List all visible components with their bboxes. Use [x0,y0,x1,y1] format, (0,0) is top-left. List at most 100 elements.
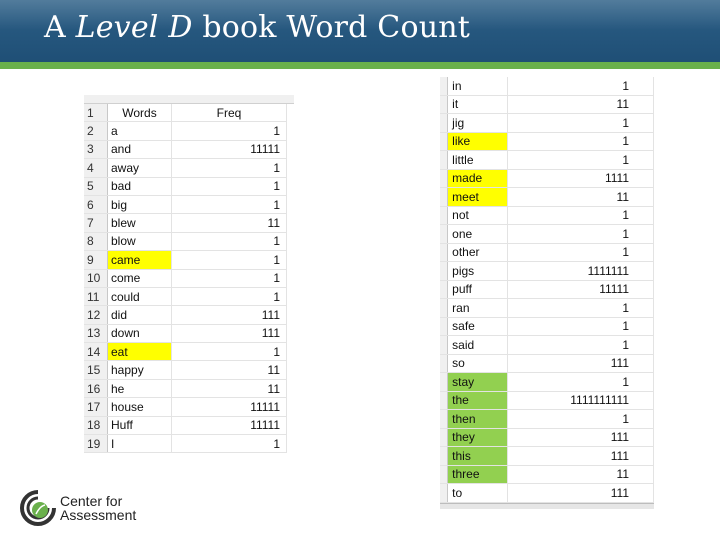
word-cell: said [447,335,509,355]
freq-cell: 111 [507,446,654,466]
table-row: one 1 [440,224,654,244]
column-header-strip [84,95,294,104]
word-cell: like [447,132,509,151]
table-row: 2a1 [84,121,287,141]
table-row: 15 happy 11 [84,360,287,380]
word-cell: did [107,305,172,325]
freq-cell: 1 [507,206,654,225]
logo-text: Center for Assessment [60,494,136,522]
slide-title: A Level D book Word Count [44,10,470,45]
freq-cell: 1 [507,224,654,244]
row-number: 16 [84,379,108,399]
table-row: made 1111 [440,169,654,188]
word-cell: they [447,428,509,447]
table-row: 14 eat 1 [84,342,287,362]
table-row: safe 1 [440,317,654,336]
table-row: 8 blow 1 [84,232,287,252]
freq-cell: 1 [171,250,287,270]
word-cell: three [447,465,509,484]
word-cell: bad [107,177,172,196]
word-cell: and [107,140,172,160]
table-row: stay 1 [440,372,654,392]
row-number [440,465,449,484]
row-number [440,428,449,447]
freq-cell: 11 [507,187,654,207]
row-number: 14 [84,342,108,362]
freq-cell: 111 [507,354,654,373]
freq-cell: 111 [507,483,654,503]
table-row: 4 away 1 [84,158,287,178]
right-table: in 1 it 11 jig 1 like 1 little 1 made 1111 meet 11 not… [440,77,654,503]
word-cell: jig [447,113,509,133]
table-row: like 1 [440,132,654,151]
table-row: other 1 [440,243,654,262]
freq-cell: 1 [171,195,287,215]
word-cell: pigs [447,261,509,281]
row-number [440,354,449,373]
title-italic: Level D [75,10,193,45]
row-number [440,206,449,225]
freq-cell: 1 [507,132,654,151]
table-row: the 1111111111 [440,391,654,410]
word-cell: ran [447,298,509,318]
word-cell: Huff [107,416,172,436]
word-cell: the [447,391,509,410]
freq-cell: 11111 [171,140,287,160]
table-row: three 11 [440,465,654,484]
row-number [440,150,449,170]
freq-cell: 1 [171,342,287,362]
word-cell: stay [447,372,509,392]
word-cell: in [447,77,509,96]
freq-cell: 11 [507,95,654,114]
word-cell: other [447,243,509,262]
freq-cell: 1 [171,287,287,307]
row-number: 12 [84,305,108,325]
row-number [440,95,449,114]
word-cell: it [447,95,509,114]
row-number: 6 [84,195,108,215]
table-row: meet 11 [440,187,654,207]
table-row: 5 bad 1 [84,177,287,196]
sheet-tabs-strip [440,502,654,509]
freq-cell: 1 [507,77,654,96]
row-number: 8 [84,232,108,252]
logo-line1: Center for [60,493,123,509]
row-number [440,261,449,281]
row-number [440,317,449,336]
right-word-table: in 1 it 11 jig 1 like 1 little 1 made 1111 meet 11 not… [440,77,654,509]
word-cell: happy [107,360,172,380]
table-row: 6 big 1 [84,195,287,215]
row-number [440,113,449,133]
word-cell: could [107,287,172,307]
table-row: ran 1 [440,298,654,318]
freq-cell: 11111 [171,397,287,417]
freq-cell: 1 [171,232,287,252]
freq-cell: 11 [171,360,287,380]
word-cell: blow [107,232,172,252]
logo-icon [20,490,56,526]
freq-cell: 1 [507,317,654,336]
freq-cell: 111 [507,428,654,447]
row-number: 4 [84,158,108,178]
table-row: 7 blew 11 [84,213,287,233]
table-row: little 1 [440,150,654,170]
table-row: 13 down 111 [84,324,287,344]
freq-cell: 1 [507,113,654,133]
freq-cell: 111 [171,305,287,325]
table-row: 16 he 11 [84,379,287,399]
freq-cell: 1 [171,121,287,141]
row-number: 7 [84,213,108,233]
word-cell: down [107,324,172,344]
word-cell: safe [447,317,509,336]
row-number: 1 [84,104,108,123]
row-number: 9 [84,250,108,270]
table-row: said 1 [440,335,654,355]
word-cell: one [447,224,509,244]
table-row: 11 could 1 [84,287,287,307]
left-table: 1 Words Freq 2 a 1 3 and 11111 4 away 1 5 bad 1 6 big… [84,104,287,454]
row-number: 3 [84,140,108,160]
freq-cell: 1 [507,372,654,392]
freq-cell: 11111 [507,280,654,299]
freq-cell: 111 [171,324,287,344]
word-cell: come [107,269,172,288]
